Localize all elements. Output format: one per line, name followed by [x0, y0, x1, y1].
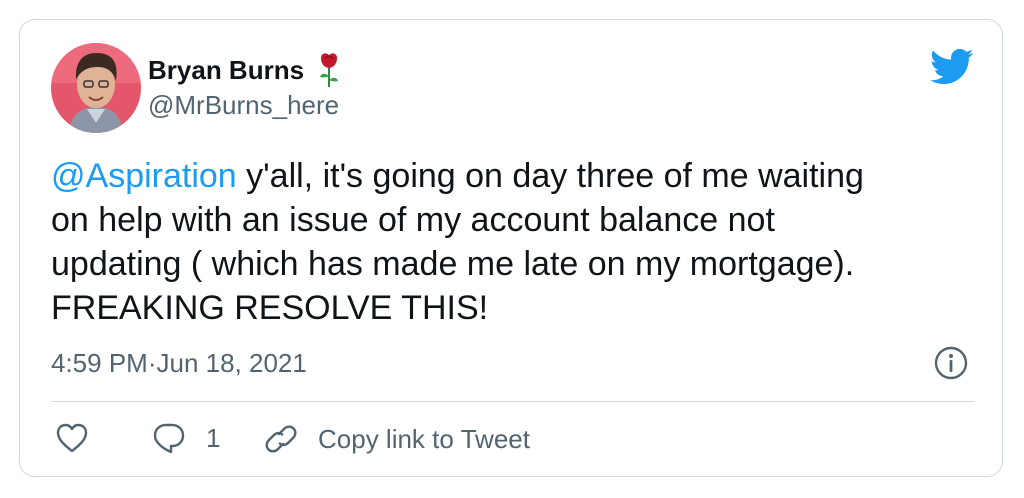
author-name-row: Bryan Burns: [148, 52, 342, 88]
heart-icon: [56, 423, 88, 453]
meta-separator: ·: [147, 348, 157, 378]
tweet-date[interactable]: Jun 18, 2021: [157, 348, 307, 379]
tweet-time[interactable]: 4:59 PM: [51, 348, 148, 379]
tweet-timestamp[interactable]: 4:59 PM · Jun 18, 2021: [51, 348, 307, 379]
avatar-photo: [51, 43, 141, 133]
author-name[interactable]: Bryan Burns: [148, 55, 304, 86]
twitter-bird-icon[interactable]: [930, 48, 974, 86]
tweet-card[interactable]: Bryan Burns @MrBurns_here @Aspiration y'…: [19, 19, 1003, 477]
copy-link-label: Copy link to Tweet: [318, 423, 530, 454]
like-button[interactable]: [55, 422, 89, 454]
reply-bubble-icon: [153, 423, 185, 454]
tweet-text: @Aspiration y'all, it's going on day thr…: [51, 154, 971, 330]
rose-icon: [320, 53, 339, 87]
copy-link-button[interactable]: Copy link to Tweet: [264, 422, 530, 456]
author-handle[interactable]: @MrBurns_here: [148, 90, 339, 121]
reply-button[interactable]: 1: [152, 422, 220, 454]
author-avatar[interactable]: [51, 43, 141, 133]
divider: [51, 401, 974, 402]
mention-link[interactable]: @Aspiration: [51, 157, 237, 195]
reply-count: 1: [206, 422, 221, 453]
link-icon: [265, 425, 297, 453]
info-icon[interactable]: [934, 346, 968, 380]
